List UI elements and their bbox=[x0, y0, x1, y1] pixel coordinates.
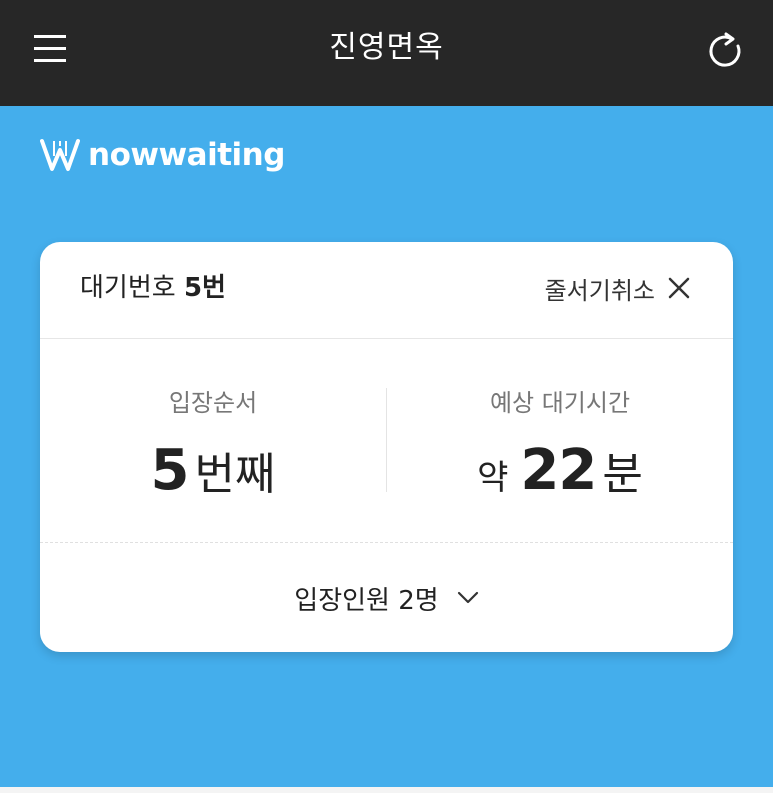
page-title: 진영면옥 bbox=[329, 30, 444, 65]
wait-stats: 입장순서 5 번째 예상 대기시간 약 22 분 bbox=[40, 340, 733, 542]
cancel-queue-button[interactable]: 줄서기취소 bbox=[545, 270, 691, 306]
wait-number-value: 5번 bbox=[183, 273, 226, 303]
entry-order-value: 5 번째 bbox=[40, 438, 386, 503]
dashed-divider bbox=[40, 542, 733, 543]
estimated-wait: 예상 대기시간 약 22 분 bbox=[387, 340, 733, 542]
estimated-wait-prefix: 약 bbox=[477, 458, 509, 498]
estimated-wait-label: 예상 대기시간 bbox=[489, 389, 631, 417]
entry-order-number: 5 bbox=[150, 438, 190, 503]
entry-order: 입장순서 5 번째 bbox=[40, 340, 386, 542]
refresh-icon[interactable] bbox=[705, 30, 745, 70]
nowwaiting-logo-icon bbox=[40, 139, 80, 171]
close-icon bbox=[668, 277, 690, 299]
bottom-strip bbox=[0, 787, 773, 793]
wait-number: 대기번호 5번 bbox=[80, 270, 226, 306]
party-size-label: 입장인원 2명 bbox=[294, 585, 439, 616]
wait-number-label: 대기번호 bbox=[80, 273, 176, 303]
waiting-card: 대기번호 5번 줄서기취소 입장순서 5 번째 예상 대기시간 약 22 분 입… bbox=[40, 242, 733, 652]
estimated-wait-unit: 분 bbox=[602, 449, 643, 500]
card-header: 대기번호 5번 줄서기취소 bbox=[40, 242, 733, 339]
brand-logo: nowwaiting bbox=[40, 136, 285, 174]
cancel-label: 줄서기취소 bbox=[544, 276, 655, 305]
entry-order-unit: 번째 bbox=[194, 449, 276, 500]
estimated-wait-value: 약 22 분 bbox=[387, 438, 733, 503]
chevron-down-icon bbox=[457, 591, 478, 604]
logo-text: nowwaiting bbox=[88, 137, 285, 173]
party-size-toggle[interactable]: 입장인원 2명 bbox=[40, 578, 733, 618]
entry-order-label: 입장순서 bbox=[168, 389, 258, 417]
estimated-wait-number: 22 bbox=[520, 438, 597, 503]
app-header: 진영면옥 bbox=[0, 0, 773, 106]
